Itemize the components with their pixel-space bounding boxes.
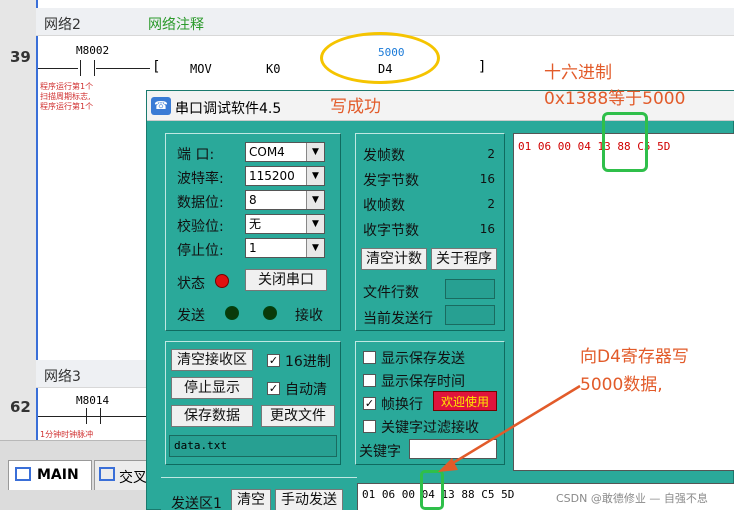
contact-bar-right (100, 408, 101, 424)
stopbits-select[interactable]: 1 ▼ (245, 238, 325, 258)
about-button[interactable]: 关于程序 (431, 248, 497, 270)
file-lines-field (445, 279, 495, 299)
stop-display-button[interactable]: 停止显示 (171, 377, 253, 399)
databits-label: 数据位: (177, 195, 224, 211)
close-port-button[interactable]: 关闭串口 (245, 269, 327, 291)
contact-note: 1分钟时钟脉冲 (40, 430, 94, 439)
current-line-label: 当前发送行 (363, 311, 433, 327)
frame-newline-label: 帧换行 (381, 397, 423, 413)
wire (38, 416, 148, 417)
show-save-send-label: 显示保存发送 (381, 351, 465, 367)
bracket-close: ] (478, 59, 487, 75)
status-label: 状态 (177, 276, 205, 292)
wire (38, 68, 78, 69)
parity-select[interactable]: 无 ▼ (245, 214, 325, 234)
recv-frames-value: 2 (487, 197, 495, 211)
baud-label: 波特率: (177, 171, 224, 187)
annotation-write-d4-1: 向D4寄存器写 (580, 347, 689, 367)
chevron-down-icon: ▼ (306, 191, 324, 209)
manual-send-button[interactable]: 手动发送 (275, 489, 343, 510)
contact-m8002-label: M8002 (76, 44, 110, 57)
parity-label: 校验位: (177, 219, 224, 235)
baud-select[interactable]: 115200 ▼ (245, 166, 325, 186)
clear-send-button[interactable]: 清空 (231, 489, 271, 510)
annotation-hex-title: 十六进制 (544, 63, 612, 83)
document-icon (15, 467, 31, 481)
recv-bytes-value: 16 (479, 222, 495, 236)
keyword-label: 关键字 (359, 444, 401, 460)
send-area-label: 发送区1 (171, 496, 222, 510)
recv-bytes-label: 收字节数 (363, 223, 419, 239)
window-title: 串口调试软件4.5 (175, 101, 282, 117)
recv-led-icon (263, 306, 277, 320)
auto-clear-checkbox[interactable]: ✓ (267, 382, 280, 395)
contact-bar-right (94, 60, 95, 76)
auto-clear-label: 自动清 (285, 382, 327, 398)
chevron-down-icon: ▼ (306, 215, 324, 233)
stopbits-label: 停止位: (177, 243, 224, 259)
recv-frames-label: 收帧数 (363, 198, 405, 214)
databits-select[interactable]: 8 ▼ (245, 190, 325, 210)
line-number-gutter (0, 0, 36, 440)
arrow-icon (438, 384, 581, 472)
tab-cross-label: 交叉 (119, 470, 147, 486)
hex-label: 16进制 (285, 354, 331, 370)
contact-note: 程序运行第1个 扫描周期标志, 程序运行第1个 (40, 82, 94, 111)
network2-label: 网络2 (44, 17, 81, 33)
current-line-field (445, 305, 495, 325)
contact-bar-left (80, 60, 81, 76)
file-name-field[interactable]: data.txt (169, 435, 337, 457)
chevron-down-icon: ▼ (306, 239, 324, 257)
clear-count-button[interactable]: 清空计数 (361, 248, 427, 270)
sent-bytes-value: 16 (479, 172, 495, 186)
send-indicator-label: 发送 (177, 308, 205, 324)
keyword-filter-checkbox[interactable] (363, 420, 376, 433)
tab-cross[interactable]: 交叉 (94, 460, 154, 490)
show-save-time-checkbox[interactable] (363, 374, 376, 387)
tab-main-label: MAIN (37, 467, 79, 483)
wire (96, 68, 150, 69)
cross-ref-icon (99, 467, 115, 481)
file-lines-label: 文件行数 (363, 285, 419, 301)
network3-label: 网络3 (44, 369, 81, 385)
recv-indicator-label: 接收 (295, 308, 323, 324)
save-data-button[interactable]: 保存数据 (171, 405, 253, 427)
sent-frames-value: 2 (487, 147, 495, 161)
contact-bar-left (86, 408, 87, 424)
tab-main[interactable]: MAIN (8, 460, 92, 490)
change-file-button[interactable]: 更改文件 (261, 405, 335, 427)
highlight-box-recv (602, 112, 648, 172)
contact-m8014-label: M8014 (76, 394, 110, 407)
send-led-icon (225, 306, 239, 320)
bracket-open: [ (152, 59, 161, 75)
port-select[interactable]: COM4 ▼ (245, 142, 325, 162)
annotation-write-d4-2: 5000数据, (580, 375, 663, 395)
app-icon: ☎ (151, 97, 171, 115)
status-led-icon (215, 274, 229, 288)
line-number-39: 39 (10, 48, 31, 66)
sent-bytes-label: 发字节数 (363, 173, 419, 189)
chevron-down-icon: ▼ (306, 143, 324, 161)
port-label: 端 口: (177, 147, 215, 163)
line-number-62: 62 (10, 398, 31, 416)
sent-frames-label: 发帧数 (363, 148, 405, 164)
network2-comment: 网络注释 (148, 17, 204, 33)
annotation-hex-eq: 0x1388等于5000 (544, 89, 686, 109)
operand-k0[interactable]: K0 (266, 62, 280, 76)
watermark: CSDN @敢德修业 — 自强不息 (556, 492, 708, 505)
instr-mov[interactable]: MOV (190, 62, 212, 76)
highlight-ellipse (320, 32, 440, 84)
show-save-send-checkbox[interactable] (363, 351, 376, 364)
hex-checkbox[interactable]: ✓ (267, 354, 280, 367)
annotation-write-ok: 写成功 (330, 97, 381, 117)
chevron-down-icon: ▼ (306, 167, 324, 185)
frame-newline-checkbox[interactable]: ✓ (363, 397, 376, 410)
clear-recv-button[interactable]: 清空接收区 (171, 349, 253, 371)
